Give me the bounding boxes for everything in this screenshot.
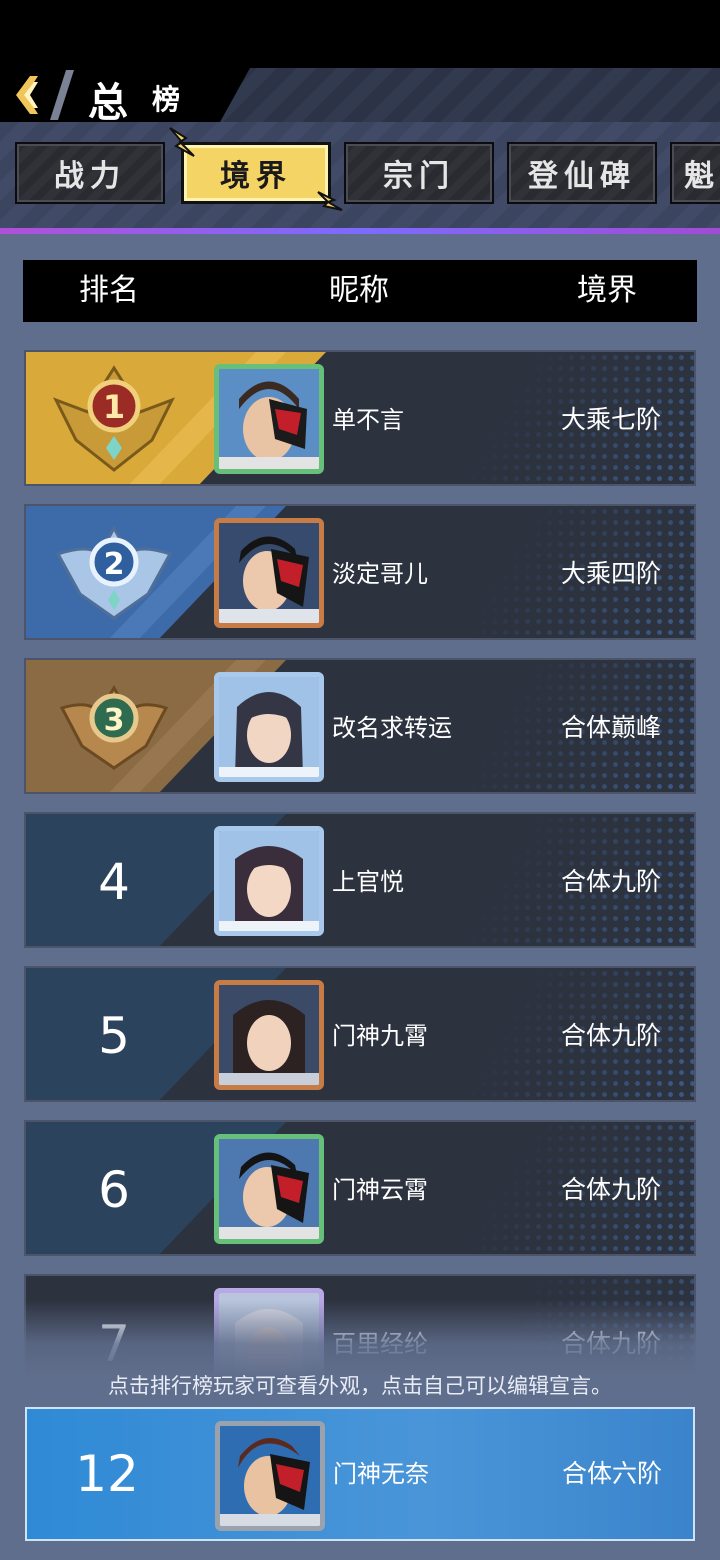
- svg-text:2: 2: [104, 547, 125, 582]
- table-row[interactable]: 6 门神云霄 合体九阶: [24, 1120, 696, 1256]
- avatar[interactable]: [214, 672, 324, 782]
- player-name: 门神云霄: [332, 1176, 428, 1204]
- svg-text:3: 3: [104, 703, 125, 738]
- table-header: 排名 昵称 境界: [23, 260, 697, 322]
- player-realm: 大乘七阶: [560, 405, 661, 434]
- column-nickname: 昵称: [329, 273, 389, 308]
- lightning-icon: [317, 191, 343, 211]
- tab-sect[interactable]: 宗门: [344, 142, 494, 204]
- avatar[interactable]: [214, 826, 324, 936]
- rank-number: 5: [98, 1007, 130, 1065]
- avatar[interactable]: [214, 518, 324, 628]
- player-name: 门神九霄: [332, 1022, 428, 1050]
- table-row[interactable]: 1 单不言 大乘七阶: [24, 350, 696, 486]
- player-realm: 合体巅峰: [560, 713, 661, 742]
- svg-text:1: 1: [103, 388, 125, 426]
- avatar[interactable]: [214, 364, 324, 474]
- my-rank-number: 12: [75, 1445, 139, 1503]
- rank-number: 4: [98, 853, 130, 911]
- table-row[interactable]: 5 门神九霄 合体九阶: [24, 966, 696, 1102]
- player-name: 淡定哥儿: [332, 560, 428, 588]
- column-rank: 排名: [79, 273, 139, 308]
- tab-combat-power[interactable]: 战力: [15, 142, 165, 204]
- my-player-name: 门神无奈: [333, 1460, 429, 1488]
- my-player-realm: 合体六阶: [561, 1459, 662, 1488]
- table-row[interactable]: 2 淡定哥儿 大乘四阶: [24, 504, 696, 640]
- table-row[interactable]: 4 上官悦 合体九阶: [24, 812, 696, 948]
- page-title: 总: [88, 80, 132, 126]
- player-realm: 合体九阶: [560, 1021, 661, 1050]
- player-name: 单不言: [332, 406, 404, 434]
- rank-number: 6: [98, 1161, 130, 1219]
- divider-slash-icon: [50, 70, 74, 120]
- my-rank-row[interactable]: 12 门神无奈 合体六阶: [25, 1407, 695, 1541]
- status-bar: [0, 0, 720, 68]
- tab-realm[interactable]: 境界: [181, 142, 331, 204]
- back-button[interactable]: [8, 72, 48, 118]
- player-realm: 合体九阶: [560, 1175, 661, 1204]
- column-realm: 境界: [577, 273, 637, 308]
- back-arrow-icon: [16, 76, 38, 114]
- tab-more[interactable]: 魁: [670, 142, 720, 204]
- player-name: 改名求转运: [332, 714, 452, 742]
- player-realm: 大乘四阶: [560, 559, 661, 588]
- lightning-icon: [169, 127, 195, 157]
- my-avatar[interactable]: [215, 1421, 325, 1531]
- avatar[interactable]: [214, 980, 324, 1090]
- tab-ascension-stele[interactable]: 登仙碑: [507, 142, 657, 204]
- avatar[interactable]: [214, 1134, 324, 1244]
- player-name: 上官悦: [332, 868, 404, 896]
- table-row[interactable]: 3 改名求转运 合体巅峰: [24, 658, 696, 794]
- silver-medal-icon: 2: [55, 524, 173, 620]
- hint-text: 点击排行榜玩家可查看外观，点击自己可以编辑宣言。: [108, 1374, 612, 1398]
- page-subtitle: 榜: [152, 83, 183, 116]
- gold-medal-icon: 1: [52, 365, 176, 472]
- bronze-medal-icon: 3: [59, 685, 169, 770]
- player-realm: 合体九阶: [560, 867, 661, 896]
